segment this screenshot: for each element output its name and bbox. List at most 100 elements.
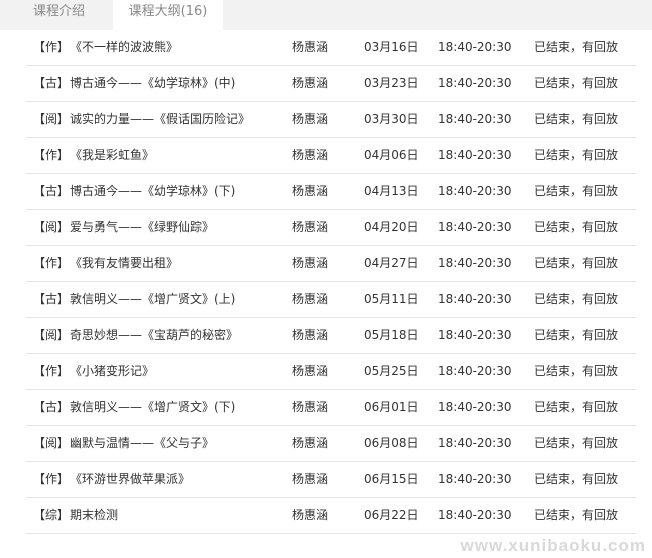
lesson-time: 18:40-20:30 — [438, 436, 512, 450]
lesson-row[interactable]: 【古】 敦信明义——《增广贤文》(下) 杨惠涵 06月01日 18:40-20:30 已结… — [26, 390, 636, 426]
lesson-status: 已结束，有回放 — [534, 112, 619, 126]
lesson-time: 18:40-20:30 — [438, 220, 512, 234]
lesson-teacher: 杨惠涵 — [292, 328, 329, 342]
lesson-teacher: 杨惠涵 — [292, 76, 329, 90]
lesson-category-tag: 【古】 — [33, 292, 70, 306]
lesson-date: 06月22日 — [364, 508, 419, 522]
lesson-status: 已结束，有回放 — [534, 40, 619, 54]
lesson-status: 已结束，有回放 — [534, 472, 619, 486]
lesson-status: 已结束，有回放 — [534, 220, 619, 234]
lesson-teacher: 杨惠涵 — [292, 292, 329, 306]
site-watermark: www.xunibaoku.com — [460, 536, 646, 555]
lesson-row[interactable]: 【古】 博古通今——《幼学琼林》(中) 杨惠涵 03月23日 18:40-20:30 已结… — [26, 66, 636, 102]
lesson-time: 18:40-20:30 — [438, 148, 512, 162]
lesson-category-tag: 【阅】 — [33, 328, 70, 342]
lesson-date: 06月01日 — [364, 400, 419, 414]
lesson-date: 03月30日 — [364, 112, 419, 126]
lesson-row[interactable]: 【作】 《我是彩虹鱼》 杨惠涵 04月06日 18:40-20:30 已结束，有回放 — [26, 138, 636, 174]
lesson-title: 《小猪变形记》 — [70, 364, 155, 378]
lesson-category-tag: 【作】 — [33, 364, 70, 378]
lesson-teacher: 杨惠涵 — [292, 112, 329, 126]
lesson-status: 已结束，有回放 — [534, 364, 619, 378]
lesson-status: 已结束，有回放 — [534, 184, 619, 198]
lesson-row[interactable]: 【阅】 奇思妙想——《宝葫芦的秘密》 杨惠涵 05月18日 18:40-20:30 已结束… — [26, 318, 636, 354]
lesson-date: 05月18日 — [364, 328, 419, 342]
lesson-teacher: 杨惠涵 — [292, 364, 329, 378]
lesson-status: 已结束，有回放 — [534, 292, 619, 306]
lesson-row[interactable]: 【作】 《环游世界做苹果派》 杨惠涵 06月15日 18:40-20:30 已结束，有回放 — [26, 462, 636, 498]
lesson-time: 18:40-20:30 — [438, 364, 512, 378]
lesson-category-tag: 【阅】 — [33, 436, 70, 450]
lesson-title: 诚实的力量——《假话国历险记》 — [70, 112, 251, 126]
lesson-title: 幽默与温情——《父与子》 — [70, 436, 215, 450]
lesson-status: 已结束，有回放 — [534, 148, 619, 162]
lesson-status: 已结束，有回放 — [534, 76, 619, 90]
lesson-title: 爱与勇气——《绿野仙踪》 — [70, 220, 215, 234]
lesson-row[interactable]: 【作】 《小猪变形记》 杨惠涵 05月25日 18:40-20:30 已结束，有回放 — [26, 354, 636, 390]
lesson-time: 18:40-20:30 — [438, 112, 512, 126]
lesson-date: 04月27日 — [364, 256, 419, 270]
lesson-category-tag: 【古】 — [33, 400, 70, 414]
lesson-date: 05月25日 — [364, 364, 419, 378]
lesson-time: 18:40-20:30 — [438, 40, 512, 54]
lesson-category-tag: 【阅】 — [33, 220, 70, 234]
lesson-title: 《环游世界做苹果派》 — [70, 472, 191, 486]
lesson-date: 04月20日 — [364, 220, 419, 234]
lesson-title: 《我有友情要出租》 — [70, 256, 179, 270]
lesson-title: 敦信明义——《增广贤文》(上) — [70, 292, 236, 306]
lesson-date: 04月06日 — [364, 148, 419, 162]
tab-course-intro[interactable]: 课程介绍 — [30, 0, 88, 30]
lesson-status: 已结束，有回放 — [534, 256, 619, 270]
lesson-teacher: 杨惠涵 — [292, 220, 329, 234]
tab-course-outline[interactable]: 课程大纲(16) — [113, 0, 223, 30]
lesson-category-tag: 【阅】 — [33, 112, 70, 126]
lesson-row[interactable]: 【综】 期末检测 杨惠涵 06月22日 18:40-20:30 已结束，有回放 — [26, 498, 636, 534]
lesson-row[interactable]: 【古】 敦信明义——《增广贤文》(上) 杨惠涵 05月11日 18:40-20:30 已结… — [26, 282, 636, 318]
lesson-teacher: 杨惠涵 — [292, 436, 329, 450]
lesson-title: 《不一样的波波熊》 — [70, 40, 179, 54]
lesson-row[interactable]: 【作】 《我有友情要出租》 杨惠涵 04月27日 18:40-20:30 已结束，有回放 — [26, 246, 636, 282]
lesson-category-tag: 【综】 — [33, 508, 70, 522]
lesson-title: 奇思妙想——《宝葫芦的秘密》 — [70, 328, 239, 342]
course-tab-bar: 课程介绍 课程大纲(16) — [0, 0, 652, 30]
lesson-title: 敦信明义——《增广贤文》(下) — [70, 400, 236, 414]
lesson-status: 已结束，有回放 — [534, 436, 619, 450]
lesson-date: 03月23日 — [364, 76, 419, 90]
lesson-title: 期末检测 — [70, 508, 119, 522]
lesson-list: 【作】 《不一样的波波熊》 杨惠涵 03月16日 18:40-20:30 已结束，有回放【… — [26, 30, 636, 534]
lesson-row[interactable]: 【作】 《不一样的波波熊》 杨惠涵 03月16日 18:40-20:30 已结束，有回放 — [26, 30, 636, 66]
lesson-row[interactable]: 【阅】 幽默与温情——《父与子》 杨惠涵 06月08日 18:40-20:30 已结束，有… — [26, 426, 636, 462]
lesson-row[interactable]: 【阅】 诚实的力量——《假话国历险记》 杨惠涵 03月30日 18:40-20:30 已结… — [26, 102, 636, 138]
lesson-teacher: 杨惠涵 — [292, 40, 329, 54]
lesson-category-tag: 【作】 — [33, 148, 70, 162]
lesson-teacher: 杨惠涵 — [292, 400, 329, 414]
lesson-teacher: 杨惠涵 — [292, 148, 329, 162]
lesson-category-tag: 【作】 — [33, 472, 70, 486]
lesson-row[interactable]: 【古】 博古通今——《幼学琼林》(下) 杨惠涵 04月13日 18:40-20:30 已结… — [26, 174, 636, 210]
lesson-teacher: 杨惠涵 — [292, 256, 329, 270]
lesson-title: 《我是彩虹鱼》 — [70, 148, 155, 162]
lesson-title: 博古通今——《幼学琼林》(中) — [70, 76, 236, 90]
lesson-date: 04月13日 — [364, 184, 419, 198]
lesson-category-tag: 【古】 — [33, 184, 70, 198]
lesson-category-tag: 【作】 — [33, 256, 70, 270]
lesson-title: 博古通今——《幼学琼林》(下) — [70, 184, 236, 198]
lesson-time: 18:40-20:30 — [438, 508, 512, 522]
lesson-row[interactable]: 【阅】 爱与勇气——《绿野仙踪》 杨惠涵 04月20日 18:40-20:30 已结束，有… — [26, 210, 636, 246]
lesson-time: 18:40-20:30 — [438, 400, 512, 414]
lesson-time: 18:40-20:30 — [438, 184, 512, 198]
lesson-time: 18:40-20:30 — [438, 76, 512, 90]
lesson-teacher: 杨惠涵 — [292, 184, 329, 198]
lesson-teacher: 杨惠涵 — [292, 508, 329, 522]
lesson-date: 06月15日 — [364, 472, 419, 486]
lesson-date: 06月08日 — [364, 436, 419, 450]
lesson-teacher: 杨惠涵 — [292, 472, 329, 486]
lesson-status: 已结束，有回放 — [534, 400, 619, 414]
lesson-time: 18:40-20:30 — [438, 328, 512, 342]
lesson-time: 18:40-20:30 — [438, 472, 512, 486]
lesson-time: 18:40-20:30 — [438, 292, 512, 306]
lesson-category-tag: 【作】 — [33, 40, 70, 54]
lesson-status: 已结束，有回放 — [534, 328, 619, 342]
lesson-status: 已结束，有回放 — [534, 508, 619, 522]
lesson-time: 18:40-20:30 — [438, 256, 512, 270]
